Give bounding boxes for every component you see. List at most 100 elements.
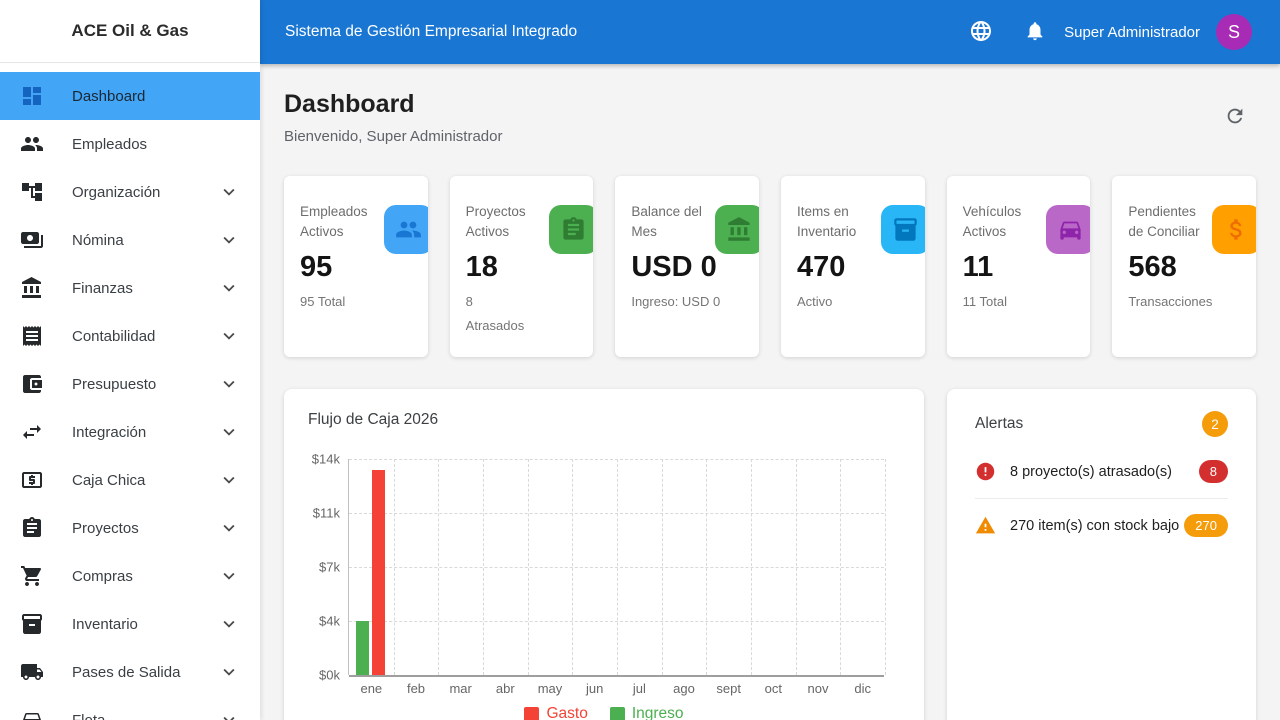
sidebar-item-nomina[interactable]: Nómina xyxy=(0,216,260,264)
sidebar-item-organizacion[interactable]: Organización xyxy=(0,168,260,216)
people-icon xyxy=(384,205,428,254)
x-axis-tick: may xyxy=(538,681,563,696)
sidebar-item-label: Organización xyxy=(72,184,160,201)
chevron-down-icon xyxy=(218,661,240,683)
stat-value: 11 xyxy=(963,250,1075,284)
y-axis-tick: $14k xyxy=(312,452,340,467)
main-area: Sistema de Gestión Empresarial Integrado… xyxy=(260,0,1280,720)
people-icon xyxy=(20,132,44,156)
stat-card-balance-del-mes: Balance del MesUSD 0Ingreso: USD 0 xyxy=(615,176,759,357)
legend-item-gasto[interactable]: Gasto xyxy=(524,705,587,720)
bell-icon[interactable] xyxy=(1022,19,1048,45)
alert-count-badge: 270 xyxy=(1184,514,1228,537)
money-icon xyxy=(1212,205,1256,254)
x-axis-tick: nov xyxy=(808,681,829,696)
bar-ingreso-ene xyxy=(356,621,369,675)
brand: ACE Oil & Gas xyxy=(0,0,260,63)
sidebar-item-dashboard[interactable]: Dashboard xyxy=(0,72,260,120)
y-axis-tick: $0k xyxy=(319,668,340,683)
legend-swatch xyxy=(610,707,625,720)
gridline xyxy=(572,459,573,675)
user-name: Super Administrador xyxy=(1064,24,1200,41)
inventory-icon xyxy=(20,612,44,636)
stat-subtitle: Activo xyxy=(797,290,909,314)
topbar: Sistema de Gestión Empresarial Integrado… xyxy=(260,0,1280,64)
gridline xyxy=(528,459,529,675)
stat-subtitle: 11 Total xyxy=(963,290,1075,314)
chevron-down-icon xyxy=(218,469,240,491)
stats-row: Empleados Activos9595 Total Proyectos Act… xyxy=(284,176,1256,357)
sidebar-item-inventario[interactable]: Inventario xyxy=(0,600,260,648)
stat-value: USD 0 xyxy=(631,250,743,284)
sidebar-item-label: Inventario xyxy=(72,616,138,633)
sidebar-item-compras[interactable]: Compras xyxy=(0,552,260,600)
x-axis-tick: abr xyxy=(496,681,515,696)
chart-plot-area: $14k$11k$7k$4k$0kenefebmarabrmayjunjulag… xyxy=(348,459,884,675)
stat-value: 470 xyxy=(797,250,909,284)
alert-count-badge: 8 xyxy=(1199,460,1228,483)
chevron-down-icon xyxy=(218,517,240,539)
cart-icon xyxy=(20,564,44,588)
stat-title: Proyectos Activos xyxy=(466,202,550,242)
sidebar-item-label: Flota xyxy=(72,712,105,720)
truck-icon xyxy=(20,660,44,684)
stat-subtitle: Ingreso: USD 0 xyxy=(631,290,743,314)
sidebar-item-proyectos[interactable]: Proyectos xyxy=(0,504,260,552)
legend-item-ingreso[interactable]: Ingreso xyxy=(610,705,684,720)
x-axis-tick: mar xyxy=(449,681,471,696)
bank-icon xyxy=(20,276,44,300)
sidebar-item-label: Proyectos xyxy=(72,520,139,537)
stat-card-items-en-inventario: Items en Inventario470Activo xyxy=(781,176,925,357)
sidebar-item-flota[interactable]: Flota xyxy=(0,696,260,720)
bank-icon xyxy=(715,205,759,254)
receipt-icon xyxy=(20,324,44,348)
chevron-down-icon xyxy=(218,565,240,587)
alerts-header: Alertas 2 xyxy=(975,411,1228,437)
sidebar-item-label: Presupuesto xyxy=(72,376,156,393)
gridline xyxy=(840,459,841,675)
chevron-down-icon xyxy=(218,325,240,347)
sidebar-item-presupuesto[interactable]: Presupuesto xyxy=(0,360,260,408)
alert-text: 8 proyecto(s) atrasado(s) xyxy=(1010,464,1199,480)
chevron-down-icon xyxy=(218,229,240,251)
error-icon xyxy=(975,461,996,482)
stat-card-empleados-activos: Empleados Activos9595 Total xyxy=(284,176,428,357)
gridline xyxy=(662,459,663,675)
sidebar-item-pases-de-salida[interactable]: Pases de Salida xyxy=(0,648,260,696)
avatar[interactable]: S xyxy=(1216,14,1252,50)
sidebar-item-caja-chica[interactable]: Caja Chica xyxy=(0,456,260,504)
sidebar-item-contabilidad[interactable]: Contabilidad xyxy=(0,312,260,360)
alerts-list: 8 proyecto(s) atrasado(s)8270 item(s) co… xyxy=(975,445,1228,552)
y-axis-tick: $11k xyxy=(313,506,340,521)
gridline xyxy=(706,459,707,675)
sidebar-item-empleados[interactable]: Empleados xyxy=(0,120,260,168)
legend-label: Gasto xyxy=(546,705,587,720)
alert-row: 8 proyecto(s) atrasado(s)8 xyxy=(975,445,1228,499)
gridline xyxy=(483,459,484,675)
globe-icon[interactable] xyxy=(968,19,994,45)
bar-gasto-ene xyxy=(372,470,385,675)
payments-icon xyxy=(20,228,44,252)
page-subtitle: Bienvenido, Super Administrador xyxy=(284,128,502,145)
inventory-icon xyxy=(881,205,925,254)
refresh-icon[interactable] xyxy=(1222,104,1248,130)
sidebar-item-finanzas[interactable]: Finanzas xyxy=(0,264,260,312)
app-window: ACE Oil & Gas DashboardEmpleados Organiza… xyxy=(0,0,1280,720)
swap-icon xyxy=(20,420,44,444)
y-axis-tick: $4k xyxy=(319,614,340,629)
stat-value: 18 xyxy=(466,250,578,284)
stat-value: 568 xyxy=(1128,250,1240,284)
chevron-down-icon xyxy=(218,421,240,443)
gridline xyxy=(751,459,752,675)
sidebar-item-integracion[interactable]: Integración xyxy=(0,408,260,456)
cashflow-chart-card: Flujo de Caja 2026 $14k$11k$7k$4k$0kenef… xyxy=(284,389,924,720)
x-axis-tick: dic xyxy=(854,681,871,696)
sidebar: ACE Oil & Gas DashboardEmpleados Organiza… xyxy=(0,0,260,720)
x-axis-tick: feb xyxy=(407,681,425,696)
content: Dashboard Bienvenido, Super Administrado… xyxy=(260,64,1280,720)
stat-subtitle: 95 Total xyxy=(300,290,412,314)
x-axis-tick: jun xyxy=(586,681,603,696)
sidebar-item-label: Nómina xyxy=(72,232,124,249)
alerts-title: Alertas xyxy=(975,415,1023,433)
cash-box-icon xyxy=(20,468,44,492)
